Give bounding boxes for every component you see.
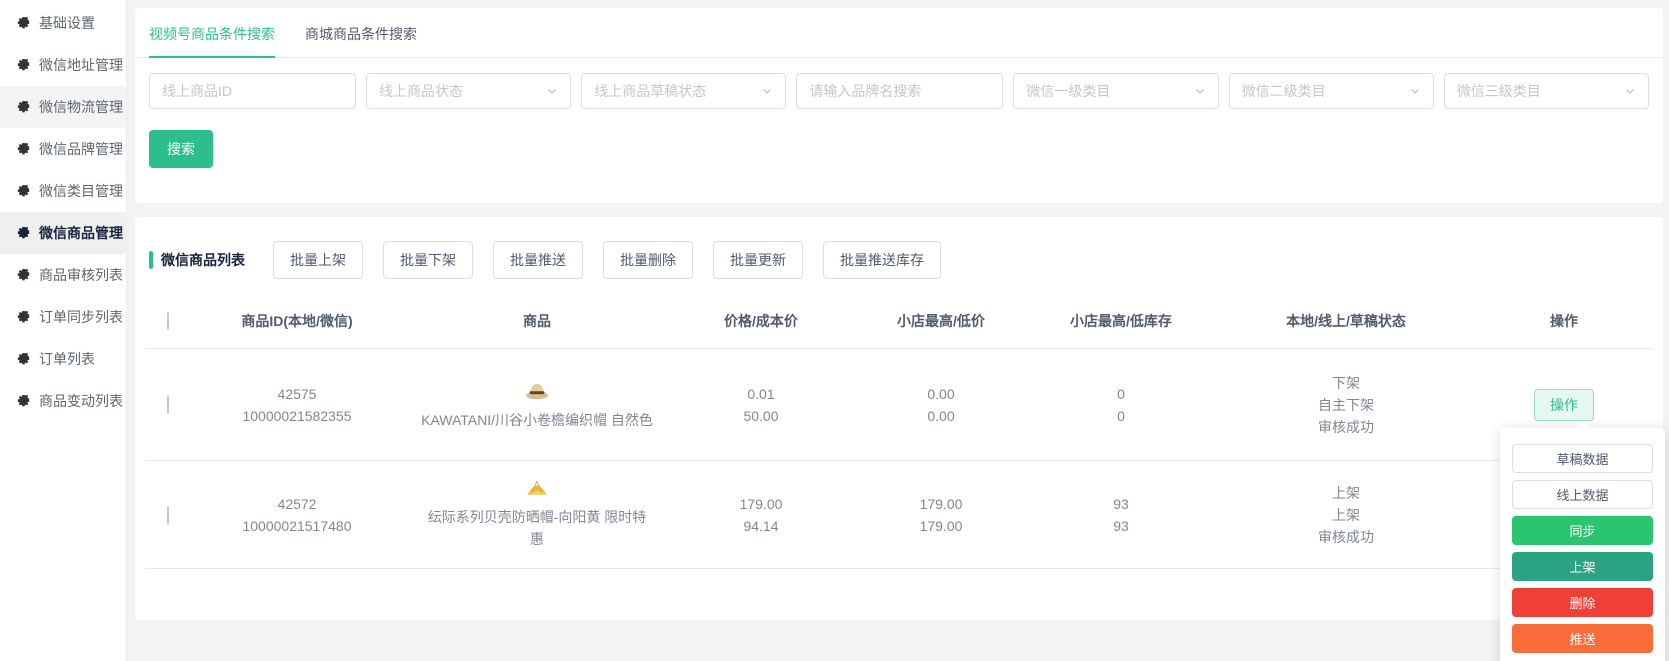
- table-header-row: 商品ID(本地/微信) 商品 价格/成本价 小店最高/低价 小店最高/低库存 本…: [145, 293, 1653, 349]
- sidebar-item-wechat-address[interactable]: 微信地址管理: [0, 44, 126, 86]
- tab-video-product-search[interactable]: 视频号商品条件搜索: [149, 24, 275, 58]
- col-price-cost: 价格/成本价: [724, 312, 798, 329]
- sidebar-item-label: 订单列表: [39, 351, 95, 367]
- gear-icon: [17, 100, 30, 114]
- menu-item-sync[interactable]: 同步: [1512, 516, 1653, 545]
- col-status: 本地/线上/草稿状态: [1286, 312, 1406, 329]
- sidebar-item-label: 微信地址管理: [39, 57, 123, 73]
- gear-icon: [17, 58, 30, 72]
- sidebar-item-product-change-list[interactable]: 商品变动列表: [0, 380, 126, 422]
- tab-mall-product-search[interactable]: 商城商品条件搜索: [305, 24, 417, 57]
- menu-item-draft-data[interactable]: 草稿数据: [1512, 444, 1653, 473]
- sidebar-item-wechat-product[interactable]: 微信商品管理: [0, 212, 126, 254]
- sidebar-item-order-list[interactable]: 订单列表: [0, 338, 126, 380]
- batch-push-stock-button[interactable]: 批量推送库存: [823, 241, 941, 279]
- gear-icon: [17, 142, 30, 156]
- gear-icon: [17, 310, 30, 324]
- batch-offshelf-button[interactable]: 批量下架: [383, 241, 473, 279]
- shop-stock-cell: 93 93: [1113, 495, 1129, 534]
- menu-item-delete[interactable]: 删除: [1512, 588, 1653, 617]
- product-name[interactable]: 纭际系列贝壳防晒帽-向阳黄 限时特惠: [421, 506, 653, 550]
- col-product-id: 商品ID(本地/微信): [241, 312, 353, 329]
- col-shop-stock: 小店最高/低库存: [1070, 312, 1172, 329]
- tab-bar: 视频号商品条件搜索 商城商品条件搜索: [135, 8, 1663, 58]
- online-product-draft-status-select[interactable]: 线上商品草稿状态: [581, 73, 787, 109]
- chevron-down-icon: [1194, 85, 1206, 97]
- chevron-down-icon: [761, 85, 773, 97]
- gear-icon: [17, 268, 30, 282]
- chevron-down-icon: [546, 85, 558, 97]
- product-cell: 纭际系列贝壳防晒帽-向阳黄 限时特惠: [403, 473, 671, 556]
- section-accent-bar: [149, 251, 153, 269]
- search-button[interactable]: 搜索: [149, 130, 213, 168]
- wechat-level2-category-select[interactable]: 微信二级类目: [1228, 73, 1434, 109]
- product-list-panel: 微信商品列表 批量上架 批量下架 批量推送 批量删除 批量更新 批量推送库存 商…: [135, 217, 1663, 620]
- online-product-status-select[interactable]: 线上商品状态: [366, 73, 572, 109]
- search-panel: 视频号商品条件搜索 商城商品条件搜索 线上商品状态 线上商品草稿状态 微信一级类…: [135, 8, 1663, 203]
- chevron-down-icon: [1409, 85, 1421, 97]
- product-image[interactable]: [524, 379, 550, 407]
- product-table: 商品ID(本地/微信) 商品 价格/成本价 小店最高/低价 小店最高/低库存 本…: [145, 293, 1653, 569]
- col-action: 操作: [1550, 312, 1578, 329]
- filter-row: 线上商品状态 线上商品草稿状态 微信一级类目 微信二级类目 微信三级类目: [149, 73, 1650, 109]
- row-checkbox[interactable]: [167, 395, 169, 414]
- wechat-level3-category-select[interactable]: 微信三级类目: [1443, 73, 1650, 109]
- batch-delete-button[interactable]: 批量删除: [603, 241, 693, 279]
- price-cost-cell: 179.00 94.14: [739, 495, 783, 534]
- sidebar-item-label: 微信物流管理: [39, 99, 123, 115]
- sidebar-item-wechat-category[interactable]: 微信类目管理: [0, 170, 126, 212]
- sidebar-item-label: 商品审核列表: [39, 267, 123, 283]
- sidebar-item-label: 微信商品管理: [39, 225, 123, 241]
- menu-item-onshelf[interactable]: 上架: [1512, 552, 1653, 581]
- batch-push-button[interactable]: 批量推送: [493, 241, 583, 279]
- chevron-down-icon: [1624, 85, 1636, 97]
- online-product-id-input[interactable]: [149, 73, 356, 109]
- price-cost-cell: 0.01 50.00: [743, 385, 779, 424]
- product-id-cell: 42572 10000021517480: [242, 495, 352, 534]
- batch-onshelf-button[interactable]: 批量上架: [273, 241, 363, 279]
- gear-icon: [17, 226, 30, 240]
- sidebar: 基础设置 微信地址管理 微信物流管理 微信品牌管理 微信类目管理 微信商品管理 …: [0, 0, 127, 661]
- sidebar-item-order-sync-list[interactable]: 订单同步列表: [0, 296, 126, 338]
- sidebar-item-basic-settings[interactable]: 基础设置: [0, 2, 126, 44]
- sidebar-item-label: 微信类目管理: [39, 183, 123, 199]
- gear-icon: [17, 352, 30, 366]
- brand-name-search-input[interactable]: [796, 73, 1004, 109]
- sidebar-item-label: 基础设置: [39, 15, 95, 31]
- sidebar-item-label: 微信品牌管理: [39, 141, 123, 157]
- list-title: 微信商品列表: [161, 252, 245, 268]
- shop-price-cell: 0.00 0.00: [927, 385, 955, 424]
- shop-stock-cell: 0 0: [1117, 385, 1125, 424]
- col-shop-price: 小店最高/低价: [897, 312, 985, 329]
- sidebar-item-label: 商品变动列表: [39, 393, 123, 409]
- gear-icon: [17, 16, 30, 30]
- row-action-button[interactable]: 操作: [1534, 388, 1594, 421]
- table-row: 42575 10000021582355 KAWATANI/川谷小卷檐编织帽 自…: [145, 349, 1653, 461]
- app-screen: 基础设置 微信地址管理 微信物流管理 微信品牌管理 微信类目管理 微信商品管理 …: [0, 0, 1669, 661]
- batch-update-button[interactable]: 批量更新: [713, 241, 803, 279]
- row-checkbox[interactable]: [167, 505, 169, 524]
- menu-item-online-data[interactable]: 线上数据: [1512, 480, 1653, 509]
- wechat-level1-category-select[interactable]: 微信一级类目: [1013, 73, 1219, 109]
- table-row: 42572 10000021517480 纭际系列贝壳防晒帽-向阳黄 限时特惠 …: [145, 461, 1653, 569]
- sidebar-item-wechat-brand[interactable]: 微信品牌管理: [0, 128, 126, 170]
- status-cell: 上架 上架 审核成功: [1318, 484, 1374, 545]
- product-cell: KAWATANI/川谷小卷檐编织帽 自然色: [403, 373, 671, 437]
- sidebar-item-product-review-list[interactable]: 商品审核列表: [0, 254, 126, 296]
- gear-icon: [17, 394, 30, 408]
- menu-item-push[interactable]: 推送: [1512, 624, 1653, 653]
- list-header: 微信商品列表 批量上架 批量下架 批量推送 批量删除 批量更新 批量推送库存: [135, 217, 1663, 279]
- action-dropdown-menu: 草稿数据 线上数据 同步 上架 删除 推送: [1500, 428, 1665, 661]
- sidebar-item-wechat-logistics[interactable]: 微信物流管理: [0, 86, 126, 128]
- product-id-cell: 42575 10000021582355: [242, 385, 352, 424]
- shop-price-cell: 179.00 179.00: [919, 495, 963, 534]
- col-product: 商品: [523, 312, 551, 329]
- sidebar-item-label: 订单同步列表: [39, 309, 123, 325]
- product-name[interactable]: KAWATANI/川谷小卷檐编织帽 自然色: [421, 409, 653, 431]
- select-all-checkbox[interactable]: [167, 311, 169, 330]
- product-image[interactable]: [524, 479, 550, 504]
- gear-icon: [17, 184, 30, 198]
- status-cell: 下架 自主下架 审核成功: [1318, 374, 1374, 435]
